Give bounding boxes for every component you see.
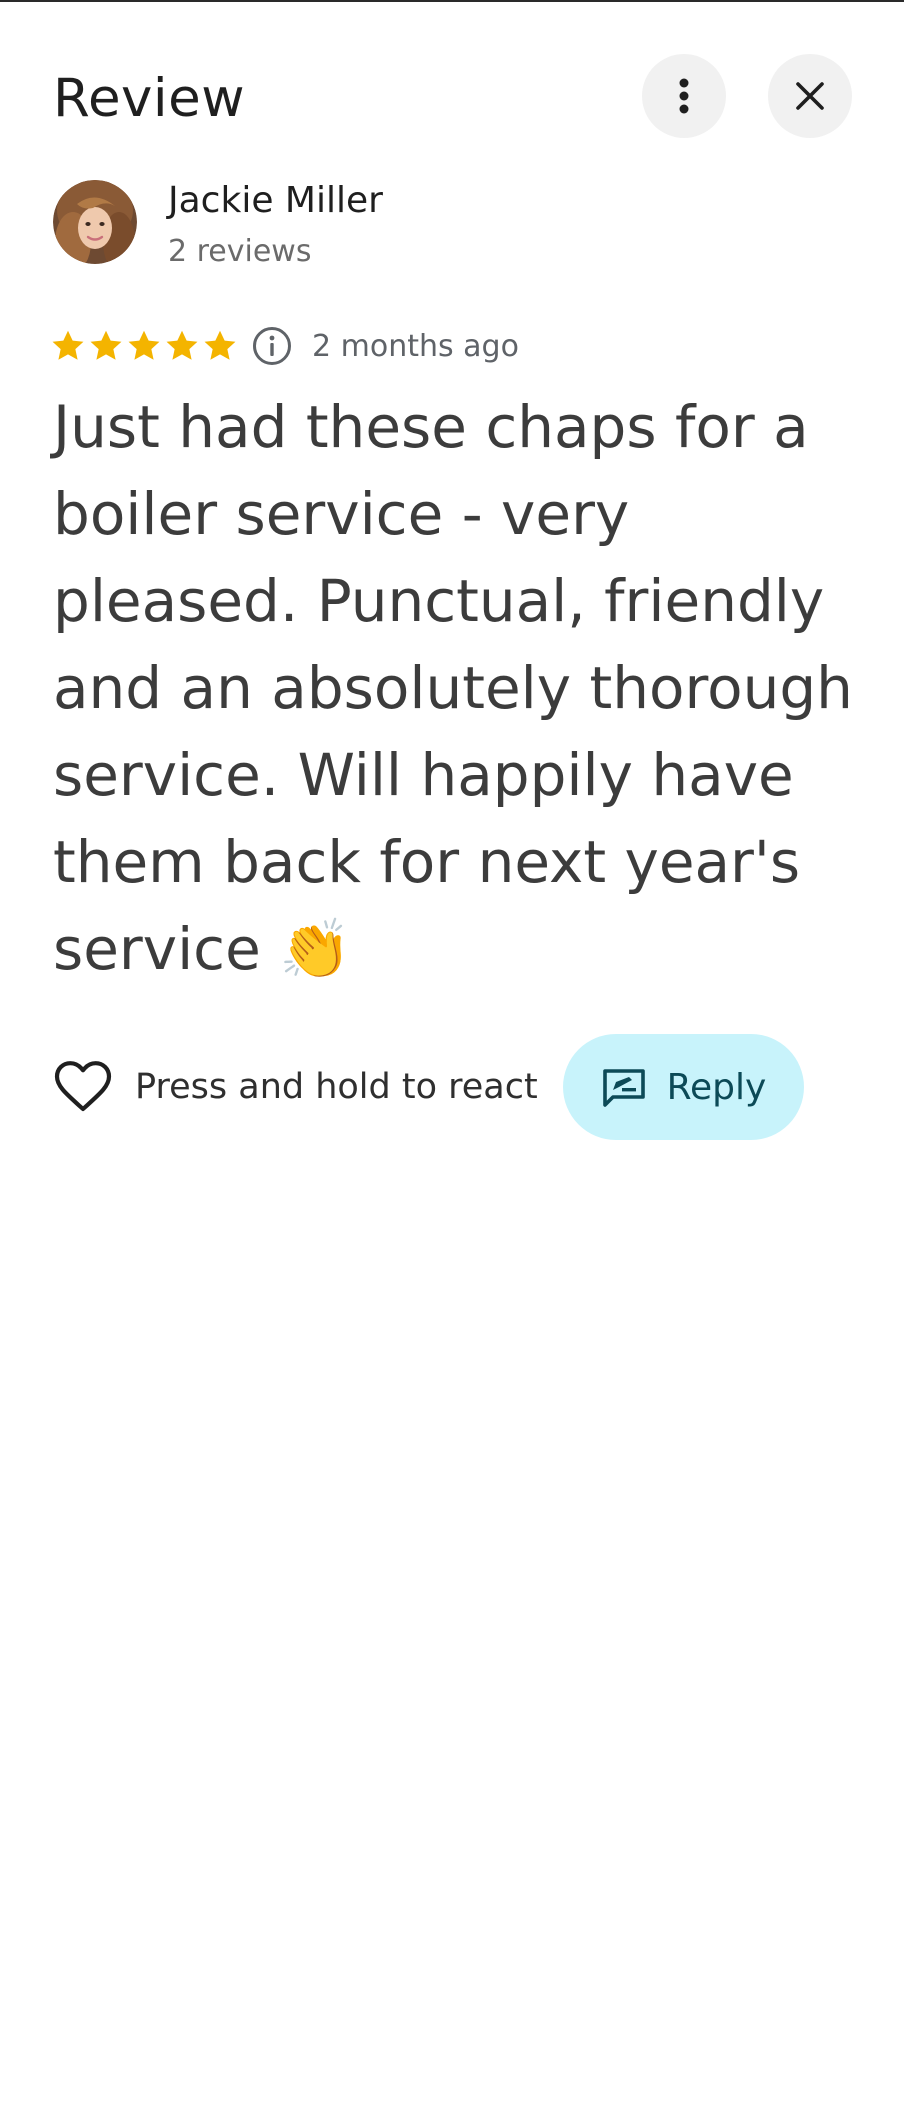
close-icon (796, 82, 824, 110)
review-text: Just had these chaps for a boiler servic… (53, 393, 853, 983)
author-row: Jackie Miller 2 reviews (53, 180, 853, 269)
more-options-button[interactable] (642, 54, 726, 138)
avatar-image (53, 180, 137, 264)
rating-row: 2 months ago (50, 324, 519, 368)
star-rating (50, 328, 238, 364)
star-icon (204, 330, 236, 360)
close-button[interactable] (768, 54, 852, 138)
review-timestamp: 2 months ago (312, 328, 519, 364)
react-button[interactable]: Press and hold to react (53, 1034, 538, 1140)
star-icon (128, 330, 160, 360)
review-sheet: Review Jackie Miller 2 reviews 2 months … (0, 0, 904, 2104)
reply-label: Reply (666, 1066, 767, 1108)
star-icon (166, 330, 198, 360)
author-name[interactable]: Jackie Miller (168, 180, 383, 221)
heart-outline-icon (54, 1061, 112, 1112)
review-actions: Press and hold to react Reply (53, 1034, 863, 1140)
rate-review-icon (602, 1069, 645, 1107)
avatar[interactable] (53, 180, 137, 264)
react-label: Press and hold to react (135, 1067, 538, 1107)
star-icon (90, 330, 122, 360)
info-icon[interactable] (252, 326, 292, 366)
more-vert-icon (679, 78, 689, 114)
reply-button[interactable]: Reply (563, 1034, 804, 1140)
page-title: Review (53, 68, 246, 129)
star-icon (52, 330, 84, 360)
author-review-count[interactable]: 2 reviews (168, 234, 311, 269)
